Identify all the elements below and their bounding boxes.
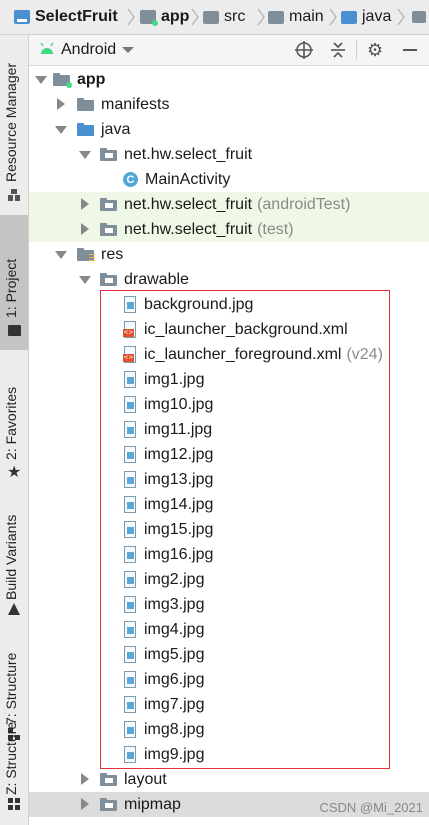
tab-resource-manager[interactable]: Resource Manager <box>0 40 28 201</box>
folder-icon <box>203 10 219 24</box>
breadcrumb-item-selectfruit[interactable]: SelectFruit <box>14 7 118 27</box>
breadcrumb-separator-icon <box>329 8 337 26</box>
tab-build-variants[interactable]: Build Variants <box>0 470 28 630</box>
resource-manager-icon <box>8 188 20 201</box>
breadcrumb-item-java[interactable]: java <box>341 7 391 27</box>
breadcrumb-item-app[interactable]: app <box>140 7 189 27</box>
class-icon: C <box>123 172 138 187</box>
tree-row-layout[interactable]: layout <box>29 767 429 792</box>
chevron-down-icon[interactable] <box>55 126 67 134</box>
watermark: CSDN @Mi_2021 <box>319 800 423 815</box>
folder-icon <box>77 98 94 111</box>
tool-window-strip: Resource Manager 1: Project 2: Favorites… <box>0 35 29 825</box>
tree-row-drawable[interactable]: drawable <box>29 267 429 292</box>
chevron-right-icon[interactable] <box>57 98 65 110</box>
tree-row-res[interactable]: res <box>29 242 429 267</box>
tree-row-package-main[interactable]: net.hw.select_fruit <box>29 142 429 167</box>
tree-label-drawable: drawable <box>124 270 189 288</box>
structure-icon <box>8 797 20 815</box>
view-selector[interactable]: Android <box>39 40 135 60</box>
tree-label-res: res <box>101 245 124 263</box>
tree-label-manifests: manifests <box>101 95 170 113</box>
chevron-down-icon[interactable] <box>35 76 47 84</box>
folder-icon <box>100 798 117 811</box>
collapse-all-icon[interactable] <box>329 41 347 64</box>
minimize-icon[interactable] <box>403 49 417 51</box>
source-folder-icon <box>341 10 357 24</box>
highlight-box <box>100 290 390 769</box>
chevron-right-icon[interactable] <box>81 798 89 810</box>
package-folder-icon <box>100 198 117 211</box>
toolbar-divider <box>356 40 357 60</box>
chevron-down-icon[interactable] <box>79 151 91 159</box>
tree-hint-test: (test) <box>257 220 294 238</box>
tree-row-package-test[interactable]: net.hw.select_fruit (test) <box>29 217 429 242</box>
resource-folder-icon <box>77 248 95 261</box>
package-folder-icon <box>100 148 117 161</box>
breadcrumb-item-main[interactable]: main <box>268 7 324 27</box>
tree-row-java[interactable]: java <box>29 117 429 142</box>
project-folder-icon <box>14 10 30 24</box>
module-folder-icon <box>53 73 72 88</box>
tree-row-main-activity[interactable]: C MainActivity <box>29 167 429 192</box>
tree-row-app[interactable]: app <box>29 67 429 92</box>
tab-z-structure[interactable]: Z: Structure <box>0 722 28 825</box>
project-panel-header: Android ⚙ <box>29 35 429 66</box>
tree-label-mipmap: mipmap <box>124 795 181 813</box>
chevron-right-icon[interactable] <box>81 223 89 235</box>
tree-label-package: net.hw.select_fruit <box>124 145 253 163</box>
chevron-right-icon[interactable] <box>81 773 89 785</box>
chevron-down-icon[interactable] <box>55 251 67 259</box>
folder-icon <box>100 273 117 286</box>
tree-row-package-android-test[interactable]: net.hw.select_fruit (androidTest) <box>29 192 429 217</box>
chevron-down-icon[interactable] <box>79 276 91 284</box>
locate-crosshair-icon[interactable] <box>295 41 313 64</box>
chevron-right-icon[interactable] <box>81 198 89 210</box>
tree-label-layout: layout <box>124 770 167 788</box>
module-folder-icon <box>140 10 158 26</box>
breadcrumb-item-src[interactable]: src <box>203 7 245 27</box>
tree-hint-android-test: (androidTest) <box>257 195 351 213</box>
breadcrumb-separator-icon <box>257 8 265 26</box>
tree-label-package: net.hw.select_fruit <box>124 220 253 238</box>
tree-label-java: java <box>101 120 131 138</box>
chevron-down-icon <box>122 41 135 59</box>
tree-row-manifests[interactable]: manifests <box>29 92 429 117</box>
android-icon <box>39 41 55 60</box>
folder-icon <box>100 773 117 786</box>
source-folder-icon <box>77 123 94 136</box>
tree-label-app: app <box>77 70 106 88</box>
folder-icon <box>268 10 284 24</box>
tab-project[interactable]: 1: Project <box>0 215 28 350</box>
breadcrumb-separator-icon <box>191 8 199 26</box>
project-folder-icon <box>8 325 21 336</box>
package-folder-icon <box>100 223 117 236</box>
gear-icon[interactable]: ⚙ <box>367 40 383 60</box>
breadcrumb-separator-icon <box>127 8 135 26</box>
tree-label-package: net.hw.select_fruit <box>124 195 253 213</box>
navigation-breadcrumb-bar: SelectFruit app src main java <box>0 0 429 35</box>
tree-label-main-activity: MainActivity <box>145 170 231 188</box>
breadcrumb-separator-icon <box>397 8 405 26</box>
folder-icon[interactable] <box>412 11 426 23</box>
